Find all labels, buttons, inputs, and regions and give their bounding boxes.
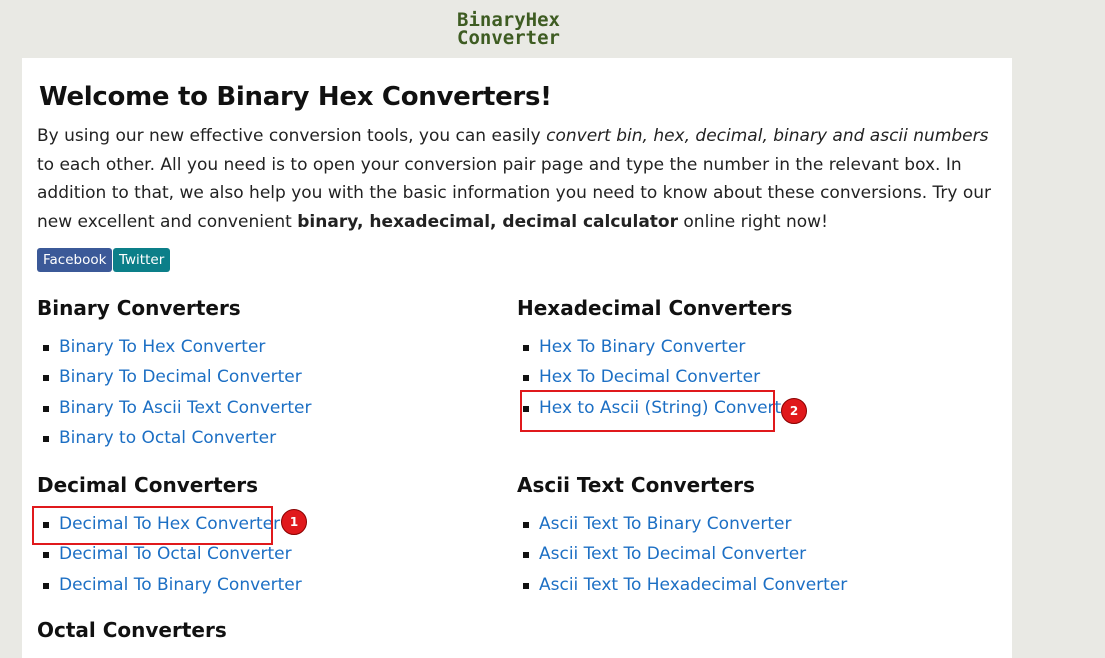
intro-text-1: By using our new effective conversion to…	[37, 126, 547, 146]
site-header: BinaryHex Converter	[0, 0, 1105, 58]
bullet-icon	[523, 582, 529, 589]
ascii-converters-heading: Ascii Text Converters	[517, 473, 755, 497]
site-logo[interactable]: BinaryHex Converter	[457, 11, 560, 49]
hex-converters-heading: Hexadecimal Converters	[517, 296, 793, 320]
decimal-converters-heading: Decimal Converters	[37, 473, 259, 497]
bullet-icon	[43, 435, 49, 442]
bullet-icon	[43, 375, 49, 382]
page-title: Welcome to Binary Hex Converters!	[39, 82, 552, 112]
facebook-share-button[interactable]: Facebook	[37, 248, 113, 272]
bullet-icon	[43, 405, 49, 412]
hex-to-binary-link[interactable]: Hex To Binary Converter	[539, 332, 745, 362]
annotation-marker-1: 1	[281, 509, 307, 535]
intro-italic: convert bin, hex, decimal, binary and as…	[546, 126, 989, 146]
bullet-icon	[523, 345, 529, 351]
decimal-to-binary-link[interactable]: Decimal To Binary Converter	[59, 570, 302, 600]
highlight-box-1	[32, 506, 273, 545]
bullet-icon	[523, 375, 529, 382]
binary-converters-heading: Binary Converters	[37, 296, 241, 320]
binary-to-octal-link[interactable]: Binary to Octal Converter	[59, 423, 276, 453]
highlight-box-2	[520, 390, 775, 432]
hex-to-decimal-link[interactable]: Hex To Decimal Converter	[539, 362, 760, 392]
bullet-icon	[43, 345, 49, 351]
binary-to-hex-link[interactable]: Binary To Hex Converter	[59, 332, 265, 362]
intro-paragraph: By using our new effective conversion to…	[37, 122, 1002, 236]
intro-bold: binary, hexadecimal, decimal calculator	[297, 211, 678, 232]
twitter-share-button[interactable]: Twitter	[113, 248, 171, 272]
bullet-icon	[43, 582, 49, 589]
ascii-to-binary-link[interactable]: Ascii Text To Binary Converter	[539, 509, 791, 539]
ascii-to-decimal-link[interactable]: Ascii Text To Decimal Converter	[539, 539, 806, 569]
binary-to-decimal-link[interactable]: Binary To Decimal Converter	[59, 362, 302, 392]
binary-to-ascii-link[interactable]: Binary To Ascii Text Converter	[59, 393, 311, 423]
ascii-to-hex-link[interactable]: Ascii Text To Hexadecimal Converter	[539, 570, 847, 600]
bullet-icon	[43, 552, 49, 559]
main-content: Welcome to Binary Hex Converters! By usi…	[22, 58, 1012, 658]
bullet-icon	[523, 552, 529, 559]
bullet-icon	[523, 522, 529, 528]
annotation-marker-2: 2	[781, 398, 807, 424]
octal-converters-heading: Octal Converters	[37, 618, 227, 642]
intro-text-3: online right now!	[677, 211, 828, 232]
logo-line-2: Converter	[457, 27, 560, 49]
